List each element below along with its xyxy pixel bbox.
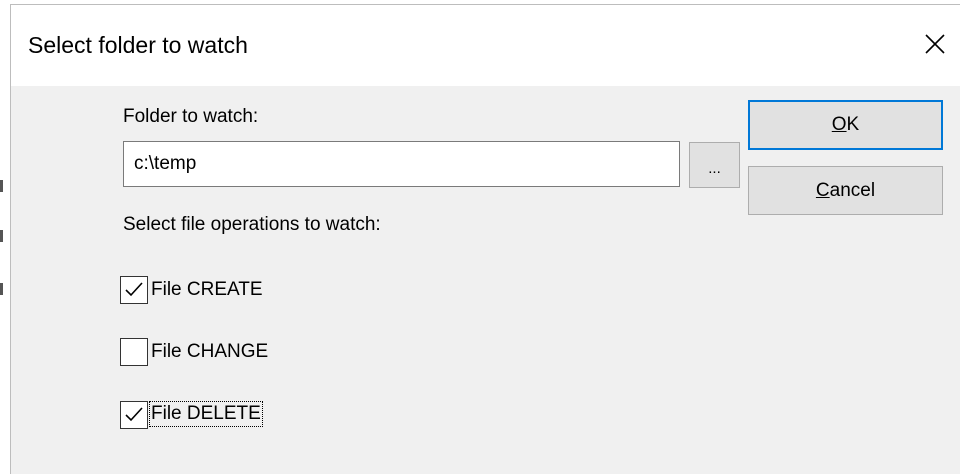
close-icon [925,34,945,54]
create-checkbox[interactable] [120,276,148,304]
ok-button-label: OK [831,114,860,135]
background-edge-mark [0,180,3,192]
title-bar: Select folder to watch [11,5,960,86]
cancel-button[interactable]: Cancel [748,166,943,215]
cancel-button-label: Cancel [815,179,876,201]
background-edge-mark [0,283,3,295]
background-edge-mark [0,230,3,242]
delete-checkbox-label[interactable]: File DELETE [149,401,263,427]
change-checkbox-label[interactable]: File CHANGE [151,341,268,363]
change-checkbox[interactable] [120,338,148,366]
browse-button-label: ... [708,160,721,177]
operations-label: Select file operations to watch: [123,214,381,235]
create-checkbox-label[interactable]: File CREATE [151,279,263,301]
select-folder-dialog: Select folder to watch Folder to watch: … [10,4,960,474]
ok-button[interactable]: OK [748,100,943,150]
delete-checkbox[interactable] [120,401,148,429]
checkmark-icon [125,282,143,297]
folder-path-input[interactable] [123,141,680,187]
close-button[interactable] [918,27,952,61]
folder-label: Folder to watch: [123,106,259,127]
checkmark-icon [125,407,143,422]
browse-button[interactable]: ... [689,142,740,188]
dialog-title: Select folder to watch [28,32,248,58]
